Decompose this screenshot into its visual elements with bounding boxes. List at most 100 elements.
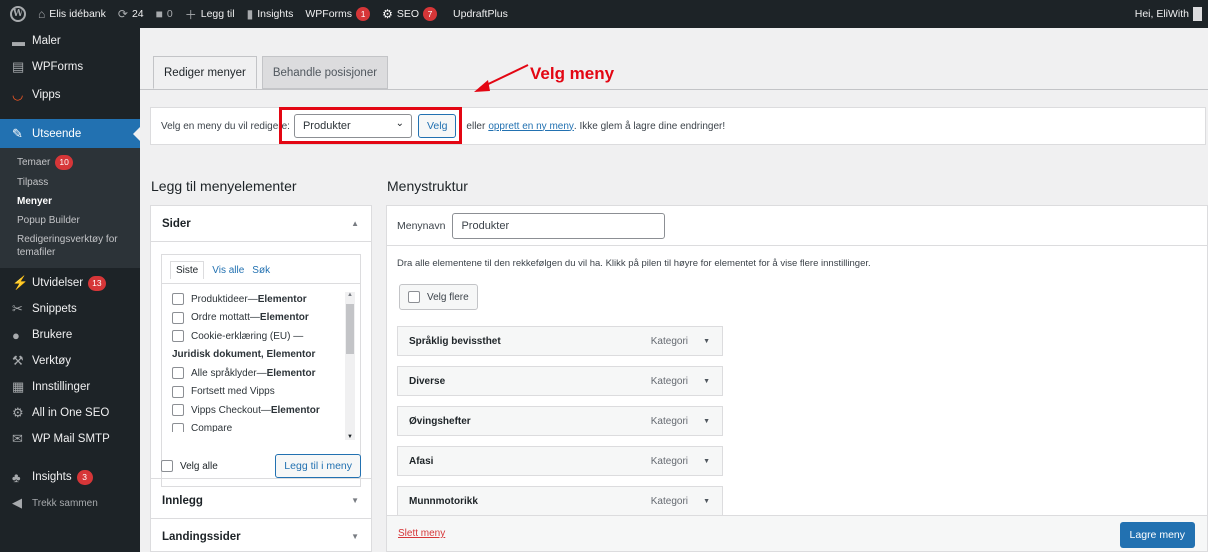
new-content-menu[interactable]: ＋ Legg til <box>179 0 241 28</box>
sidebar-item-wpforms[interactable]: ▤ WPForms <box>0 54 140 80</box>
sidebar-item-brukere[interactable]: ● Brukere <box>0 322 140 348</box>
accordion-sider[interactable]: Sider ▲ <box>151 206 371 242</box>
sidebar-item-innstillinger[interactable]: ▦ Innstillinger <box>0 374 140 400</box>
page-list-item[interactable]: Cookie-erklæring (EU) — <box>172 327 346 346</box>
sidebar-item-snippets[interactable]: ✂ Snippets <box>0 296 140 322</box>
updates-menu[interactable]: ⟳ 24 <box>112 0 150 28</box>
page-builder-label: Elementor <box>270 404 320 416</box>
select-menu-hint: . Ikke glem å lagre dine endringer! <box>573 120 726 132</box>
sidebar-item-wp-mail-smtp[interactable]: ✉ WP Mail SMTP <box>0 426 140 452</box>
sidebar-item-vipps[interactable]: ◡ Vipps <box>0 80 140 110</box>
page-list-item[interactable]: Alle språklyder — Elementor <box>172 364 346 383</box>
expand-arrow-icon[interactable]: ▼ <box>703 418 710 425</box>
annotation-arrow <box>474 64 529 92</box>
create-new-menu-link[interactable]: opprett en ny meny <box>488 121 574 132</box>
submenu-item-popup-builder[interactable]: Popup Builder <box>0 211 140 230</box>
menu-item[interactable]: Språklig bevissthet Kategori ▼ <box>397 326 723 356</box>
sidebar-item-maler[interactable]: ▬ Maler <box>0 28 140 54</box>
updraftplus-label: UpdraftPlus <box>453 8 508 20</box>
sidebar-item-insights[interactable]: ♣ Insights 3 <box>0 464 140 490</box>
admin-bar: W ⌂ Elis idébank ⟳ 24 ■ 0 ＋ Legg til ▮ I… <box>0 0 1208 28</box>
menu-item[interactable]: Øvingshefter Kategori ▼ <box>397 406 723 436</box>
updraftplus-menu[interactable]: UpdraftPlus <box>443 0 514 28</box>
submenu-item-menyer[interactable]: Menyer <box>0 192 140 211</box>
insights-menu[interactable]: ▮ Insights <box>241 0 300 28</box>
refresh-icon: ⟳ <box>117 7 128 21</box>
menu-item-title: Øvingshefter <box>409 415 471 427</box>
bulk-select-button[interactable]: Velg flere <box>399 284 478 310</box>
page-title: Cookie-erklæring (EU) — <box>191 330 304 342</box>
page-checkbox[interactable] <box>172 330 184 343</box>
page-checkbox[interactable] <box>172 422 184 432</box>
expand-arrow-icon[interactable]: ▼ <box>703 378 710 385</box>
sidebar-item-utseende[interactable]: ✎ Utseende <box>0 119 140 148</box>
menu-item[interactable]: Munnmotorikk Kategori ▼ <box>397 486 723 516</box>
sidebar-collapse[interactable]: ◀ Trekk sammen <box>0 490 140 516</box>
sidebar-item-utvidelser[interactable]: ⚡ Utvidelser 13 <box>0 270 140 296</box>
add-to-menu-button[interactable]: Legg til i meny <box>275 454 361 478</box>
page-checkbox[interactable] <box>172 404 184 417</box>
menu-footer: Slett meny Lagre meny <box>387 515 1207 551</box>
bar-chart-icon: ▮ <box>246 7 254 21</box>
page-title: Vipps Checkout <box>191 404 261 416</box>
pages-scrollbar[interactable]: ▲ ▼ <box>345 292 355 440</box>
users-icon: ● <box>12 327 20 343</box>
menu-item-title: Munnmotorikk <box>409 495 478 507</box>
page-list-item[interactable]: Produktideer — Elementor <box>172 290 346 309</box>
page-checkbox[interactable] <box>172 311 184 324</box>
save-menu-button[interactable]: Lagre meny <box>1119 522 1195 548</box>
accordion-title: Landingssider <box>162 531 241 543</box>
folder-icon: ▬ <box>12 33 25 49</box>
seo-menu[interactable]: ⚙ SEO 7 <box>376 0 443 28</box>
menu-name-input[interactable]: Produkter <box>452 212 666 239</box>
tab-behandle-posisjoner[interactable]: Behandle posisjoner <box>261 56 389 89</box>
submenu-item-tilpass[interactable]: Tilpass <box>0 173 140 192</box>
tab-siste[interactable]: Siste <box>170 261 205 279</box>
page-checkbox[interactable] <box>172 367 184 380</box>
submenu-item-redigeringsverktoy[interactable]: Redigeringsverktøy for temafiler <box>0 230 140 262</box>
submenu-label: Temaer <box>17 157 51 168</box>
scrollbar-thumb[interactable] <box>346 304 354 354</box>
delete-menu-link[interactable]: Slett meny <box>398 528 445 539</box>
checkbox[interactable] <box>161 460 173 472</box>
pages-list: Produktideer — Elementor Ordre mottatt — … <box>162 284 360 432</box>
page-list-item[interactable]: Vipps Checkout — Elementor <box>172 401 346 420</box>
sidebar-item-all-in-one-seo[interactable]: ⚙ All in One SEO <box>0 400 140 426</box>
accordion-title: Sider <box>162 217 191 230</box>
page-title-separator: — <box>260 404 271 416</box>
expand-arrow-icon[interactable]: ▼ <box>703 338 710 345</box>
page-title: Compare <box>191 423 233 432</box>
wpforms-menu[interactable]: WPForms 1 <box>299 0 376 28</box>
page-checkbox[interactable] <box>172 293 184 306</box>
annotation-text: Velg meny <box>530 64 615 83</box>
accordion-landingssider[interactable]: Landingssider ▼ <box>151 519 371 552</box>
menu-item-title: Språklig bevissthet <box>409 335 501 347</box>
admin-sidebar: ▬ Maler ▤ WPForms ◡ Vipps ✎ Utseende Tem… <box>0 28 140 552</box>
comments-menu[interactable]: ■ 0 <box>150 0 179 28</box>
submenu-item-temaer[interactable]: Temaer 10 <box>0 152 140 173</box>
wordpress-logo-menu[interactable]: W <box>0 0 32 28</box>
page-list-item[interactable]: Compare <box>172 420 346 432</box>
accordion-innlegg[interactable]: Innlegg ▼ <box>151 483 371 519</box>
select-menu-prompt: Velg en meny du vil rediger <box>161 120 282 132</box>
sidebar-item-verktoy[interactable]: ⚒ Verktøy <box>0 348 140 374</box>
menu-item-title: Afasi <box>409 455 434 467</box>
tab-sok[interactable]: Søk <box>252 265 270 279</box>
tab-vis-alle[interactable]: Vis alle <box>212 265 244 279</box>
account-menu[interactable]: Hei, EliWith <box>1135 7 1208 21</box>
expand-arrow-icon[interactable]: ▼ <box>703 458 710 465</box>
submenu-label: Popup Builder <box>17 215 80 226</box>
seo-label: SEO <box>396 8 420 20</box>
select-all-label: Velg alle <box>180 460 218 472</box>
tab-rediger-menyer[interactable]: Rediger menyer <box>153 56 257 89</box>
page-checkbox[interactable] <box>172 385 184 398</box>
select-all-checkbox[interactable]: Velg alle <box>161 460 218 472</box>
menu-item[interactable]: Diverse Kategori ▼ <box>397 366 723 396</box>
menu-item[interactable]: Afasi Kategori ▼ <box>397 446 723 476</box>
page-list-item[interactable]: Fortsett med Vipps <box>172 383 346 402</box>
page-list-item[interactable]: Ordre mottatt — Elementor <box>172 309 346 328</box>
site-name: Elis idébank <box>49 8 106 20</box>
site-name-menu[interactable]: ⌂ Elis idébank <box>32 0 112 28</box>
expand-arrow-icon[interactable]: ▼ <box>703 498 710 505</box>
